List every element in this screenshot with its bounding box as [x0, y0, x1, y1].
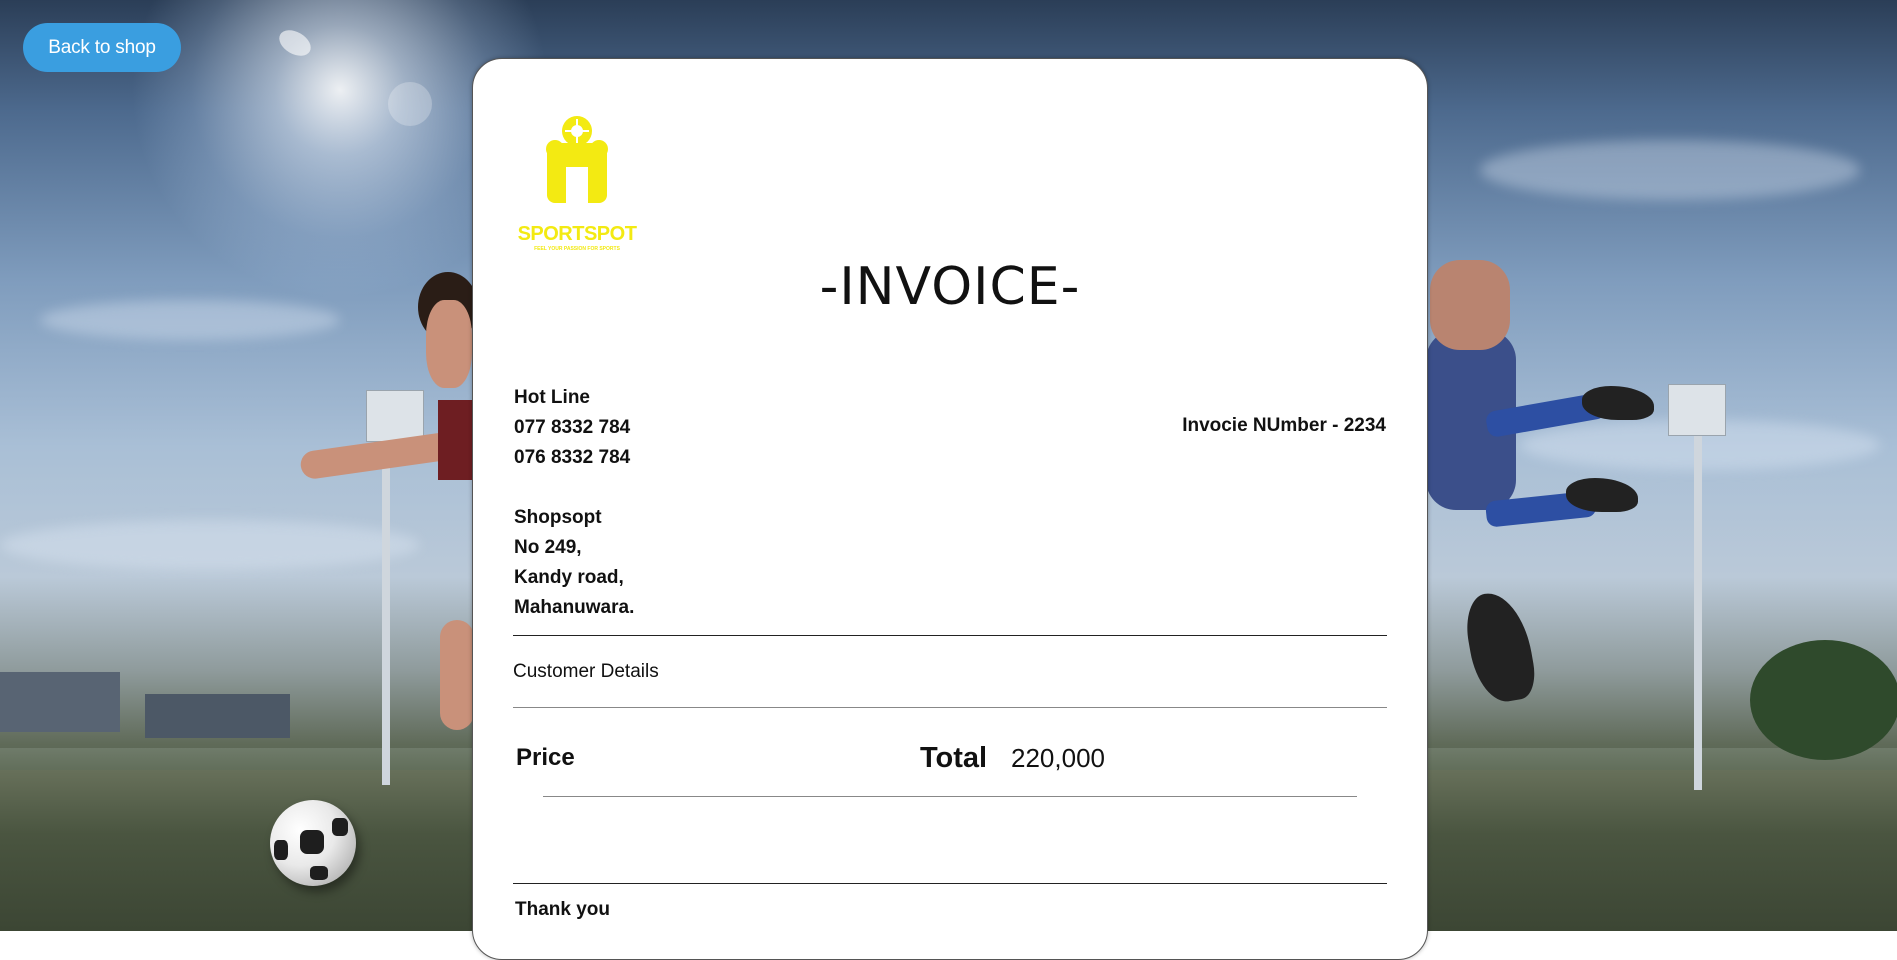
player-right-shoe	[1566, 478, 1638, 512]
lens-flare	[388, 82, 432, 126]
total-value: 220,000	[1011, 743, 1105, 773]
cloud	[40, 300, 340, 340]
tree	[1750, 640, 1897, 760]
player-right-shoe	[1460, 587, 1540, 707]
cloud	[0, 520, 420, 570]
sportspot-logo: SPORTSPOT FEEL YOUR PASSION FOR SPORTS	[517, 111, 637, 252]
soccer-ball	[270, 800, 356, 886]
thank-you-text: Thank you	[515, 899, 611, 920]
divider	[513, 883, 1387, 884]
ball-patch	[310, 866, 328, 880]
player-left-leg	[440, 620, 474, 730]
address-line-2: Kandy road,	[514, 567, 624, 588]
hotline-number-1: 077 8332 784	[514, 417, 631, 438]
floodlight	[366, 390, 424, 442]
logo-tagline: FEEL YOUR PASSION FOR SPORTS	[534, 246, 620, 252]
hotline-label: Hot Line	[514, 387, 590, 408]
ball-patch	[300, 830, 324, 854]
back-to-shop-button[interactable]: Back to shop	[23, 23, 181, 72]
shop-name: Shopsopt	[514, 507, 602, 528]
logo-icon	[546, 116, 608, 203]
customer-details-heading: Customer Details	[513, 661, 659, 682]
logo-brand: SPORTSPOT	[517, 223, 637, 245]
address-line-3: Mahanuwara.	[514, 597, 635, 618]
invoice-card: SPORTSPOT FEEL YOUR PASSION FOR SPORTS -…	[472, 58, 1428, 960]
ball-patch	[274, 840, 288, 860]
total-label: Total	[920, 742, 988, 774]
floodlight-pole	[1694, 420, 1702, 790]
hotline-number-2: 076 8332 784	[514, 447, 631, 468]
player-right-shoe	[1582, 386, 1654, 420]
address-line-1: No 249,	[514, 537, 582, 558]
divider	[513, 635, 1387, 636]
invoice-number: Invocie NUmber - 2234	[1182, 415, 1386, 436]
price-label: Price	[516, 744, 575, 771]
player-left-face	[426, 300, 472, 388]
floodlight	[1668, 384, 1726, 436]
cloud	[1480, 140, 1860, 200]
player-right-arm	[1430, 260, 1510, 350]
ball-patch	[332, 818, 348, 836]
divider	[543, 796, 1357, 797]
floodlight-pole	[382, 430, 390, 785]
invoice-title: -INVOICE-	[819, 257, 1081, 317]
divider	[513, 707, 1387, 708]
stadium-building	[145, 694, 290, 738]
stadium-building	[0, 672, 120, 732]
